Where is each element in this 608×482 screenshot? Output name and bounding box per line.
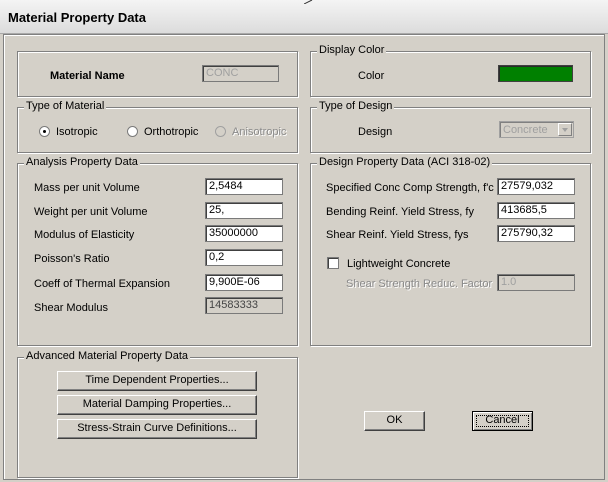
design-combo: Concrete <box>499 121 574 138</box>
modulus-field[interactable]: 35000000 <box>205 225 283 242</box>
isotropic-radio[interactable] <box>39 126 50 137</box>
display-color-group: Display Color Color <box>310 44 591 97</box>
fc-label: Specified Conc Comp Strength, f'c <box>326 182 494 194</box>
thermal-label: Coeff of Thermal Expansion <box>34 278 170 290</box>
color-swatch[interactable] <box>498 65 573 82</box>
material-damping-button[interactable]: Material Damping Properties... <box>57 395 257 415</box>
orthotropic-radio[interactable] <box>127 126 138 137</box>
weight-field[interactable]: 25, <box>205 202 283 219</box>
anisotropic-radio <box>215 126 226 137</box>
chevron-down-icon <box>558 123 572 136</box>
window-title: Material Property Data <box>8 10 146 25</box>
lightweight-label[interactable]: Lightweight Concrete <box>347 258 450 270</box>
color-label: Color <box>358 70 385 82</box>
poisson-label: Poisson's Ratio <box>34 253 110 265</box>
poisson-field[interactable]: 0,2 <box>205 249 283 266</box>
isotropic-label[interactable]: Isotropic <box>56 126 98 138</box>
stress-strain-button[interactable]: Stress-Strain Curve Definitions... <box>57 419 257 439</box>
orthotropic-label[interactable]: Orthotropic <box>144 126 198 138</box>
type-of-material-group: Type of Material Isotropic Orthotropic A… <box>17 100 298 153</box>
thermal-field[interactable]: 9,900E-06 <box>205 274 283 291</box>
shear-factor-field: 1.0 <box>497 274 575 291</box>
design-label: Design <box>358 126 393 138</box>
design-property-legend: Design Property Data (ACI 318-02) <box>317 156 493 168</box>
fc-field[interactable]: 27579,032 <box>497 178 575 195</box>
type-of-design-group: Type of Design Design Concrete <box>310 100 591 153</box>
display-color-legend: Display Color <box>317 44 387 56</box>
fy-field[interactable]: 413685,5 <box>497 202 575 219</box>
material-name-label: Material Name <box>50 70 125 82</box>
fys-label: Shear Reinf. Yield Stress, fys <box>326 229 469 241</box>
fys-field[interactable]: 275790,32 <box>497 225 575 242</box>
analysis-property-group: Analysis Property Data Mass per unit Vol… <box>17 156 298 346</box>
shear-modulus-field: 14583333 <box>205 297 283 314</box>
anisotropic-label: Anisotropic <box>232 126 287 138</box>
analysis-property-legend: Analysis Property Data <box>24 156 140 168</box>
mass-label: Mass per unit Volume <box>34 182 140 194</box>
modulus-label: Modulus of Elasticity <box>34 229 135 241</box>
mass-field[interactable]: 2,5484 <box>205 178 283 195</box>
ok-button[interactable]: OK <box>364 411 425 431</box>
advanced-property-legend: Advanced Material Property Data <box>24 350 191 362</box>
material-name-field: CONC <box>202 65 279 82</box>
advanced-property-group: Advanced Material Property Data Time Dep… <box>17 350 298 478</box>
lightweight-checkbox[interactable] <box>327 257 339 269</box>
cancel-button[interactable]: Cancel <box>472 411 533 431</box>
time-dependent-button[interactable]: Time Dependent Properties... <box>57 371 257 391</box>
design-property-group: Design Property Data (ACI 318-02) Specif… <box>310 156 591 346</box>
type-of-design-legend: Type of Design <box>317 100 395 112</box>
type-of-material-legend: Type of Material <box>24 100 107 112</box>
design-combo-value: Concrete <box>503 124 548 136</box>
material-name-group: Material Name CONC <box>17 51 298 97</box>
fy-label: Bending Reinf. Yield Stress, fy <box>326 206 474 218</box>
shear-factor-label: Shear Strength Reduc. Factor <box>346 278 493 290</box>
title-bar-decoration <box>304 0 313 4</box>
weight-label: Weight per unit Volume <box>34 206 148 218</box>
shear-modulus-label: Shear Modulus <box>34 302 108 314</box>
